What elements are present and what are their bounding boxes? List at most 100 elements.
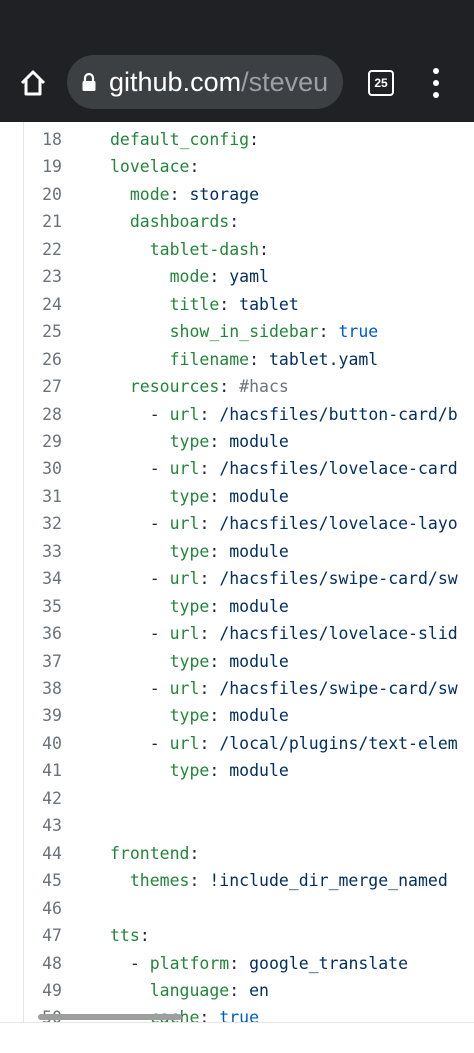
line-number[interactable]: 47	[28, 922, 62, 949]
code-token: type	[169, 541, 210, 561]
code-line: 26 filename: tablet.yaml	[0, 346, 474, 373]
line-number[interactable]: 36	[28, 620, 62, 647]
code-token: -	[149, 569, 170, 589]
line-number[interactable]: 18	[28, 126, 62, 153]
code-content: themes: !include_dir_merge_named	[110, 867, 448, 894]
code-token: lovelace	[110, 157, 190, 177]
code-line: 29 type: module	[0, 428, 474, 455]
code-token: -	[149, 404, 170, 424]
code-token: resources	[129, 377, 220, 397]
line-number[interactable]: 46	[28, 895, 62, 922]
code-token: /hacsfiles/lovelace-layo	[219, 514, 458, 534]
code-content: type: module	[110, 483, 289, 510]
code-line: 48 - platform: google_translate	[0, 950, 474, 977]
code-line: 34 - url: /hacsfiles/swipe-card/sw	[0, 565, 474, 592]
code-token: :	[199, 733, 220, 753]
code-line: 47 tts:	[0, 922, 474, 949]
code-token: module	[229, 431, 289, 451]
code-token: :	[259, 239, 269, 259]
code-token: module	[229, 486, 289, 506]
code-line: 38 - url: /hacsfiles/swipe-card/sw	[0, 675, 474, 702]
code-line: 37 type: module	[0, 648, 474, 675]
code-token: :	[169, 184, 190, 204]
code-token: :	[199, 1008, 220, 1022]
code-token: platform	[149, 953, 230, 973]
code-token: url	[169, 569, 200, 589]
code-token: -	[149, 733, 170, 753]
code-line: 18 default_config:	[0, 126, 474, 153]
code-token: tablet-dash	[149, 239, 260, 259]
code-content: show_in_sidebar: true	[110, 318, 379, 345]
code-line: 44 frontend:	[0, 840, 474, 867]
code-token: url	[169, 679, 200, 698]
code-content: type: module	[110, 648, 289, 675]
line-number[interactable]: 40	[28, 730, 62, 757]
code-token: :	[209, 267, 230, 287]
code-line: 22 tablet-dash:	[0, 236, 474, 263]
line-number[interactable]: 45	[28, 867, 62, 894]
line-number[interactable]: 49	[28, 977, 62, 1004]
code-line: 23 mode: yaml	[0, 263, 474, 290]
line-number[interactable]: 23	[28, 263, 62, 290]
line-number[interactable]: 20	[28, 181, 62, 208]
line-number[interactable]: 24	[28, 291, 62, 318]
home-button[interactable]	[14, 64, 52, 102]
code-token: #hacs	[239, 377, 289, 397]
line-number[interactable]: 27	[28, 373, 62, 400]
code-line: 40 - url: /local/plugins/text-elem	[0, 730, 474, 757]
code-content: title: tablet	[110, 291, 299, 318]
code-viewer[interactable]: 18 default_config: 19 lovelace: 20 mode: sto…	[0, 122, 474, 1022]
code-line: 20 mode: storage	[0, 181, 474, 208]
line-number[interactable]: 25	[28, 318, 62, 345]
tab-count: 25	[374, 76, 388, 90]
line-number[interactable]: 31	[28, 483, 62, 510]
line-number[interactable]: 44	[28, 840, 62, 867]
line-number[interactable]: 42	[28, 785, 62, 812]
code-content: - url: /hacsfiles/lovelace-layo	[110, 510, 458, 537]
code-token: module	[229, 706, 289, 726]
line-number[interactable]: 35	[28, 593, 62, 620]
code-token: /local/plugins/text-elem	[219, 733, 458, 753]
line-number[interactable]: 48	[28, 950, 62, 977]
line-number[interactable]: 28	[28, 401, 62, 428]
code-line: 46	[0, 895, 474, 922]
tab-switcher-button[interactable]: 25	[366, 68, 396, 98]
code-token: :	[189, 157, 200, 177]
address-bar[interactable]: github.com/steveu	[67, 55, 343, 109]
line-number[interactable]: 43	[28, 812, 62, 839]
line-number[interactable]: 26	[28, 346, 62, 373]
code-token: :	[219, 377, 240, 397]
line-number[interactable]: 29	[28, 428, 62, 455]
code-token: :	[209, 541, 230, 561]
line-number[interactable]: 39	[28, 702, 62, 729]
code-token: -	[149, 624, 170, 644]
line-number[interactable]: 32	[28, 510, 62, 537]
code-content: frontend:	[110, 840, 199, 867]
line-number[interactable]: 38	[28, 675, 62, 702]
horizontal-scrollbar[interactable]	[38, 1014, 182, 1020]
code-token: en	[249, 980, 269, 1000]
more-options-button[interactable]	[424, 66, 448, 100]
line-number[interactable]: 33	[28, 538, 62, 565]
code-line: 21 dashboards:	[0, 208, 474, 235]
line-number[interactable]: 30	[28, 455, 62, 482]
code-token: type	[169, 706, 210, 726]
code-token: -	[149, 514, 170, 534]
line-number[interactable]: 21	[28, 208, 62, 235]
code-token: type	[169, 761, 210, 781]
code-token: url	[169, 459, 200, 479]
line-number[interactable]: 22	[28, 236, 62, 263]
code-token: :	[189, 871, 210, 891]
code-token: /hacsfiles/swipe-card/sw	[219, 679, 458, 698]
line-number[interactable]: 37	[28, 648, 62, 675]
code-token: :	[249, 349, 269, 369]
line-number[interactable]: 41	[28, 757, 62, 784]
line-number[interactable]: 34	[28, 565, 62, 592]
code-content: mode: storage	[110, 181, 259, 208]
code-content: tts:	[110, 922, 150, 949]
lock-icon	[82, 72, 96, 91]
code-token: mode	[169, 267, 210, 287]
line-number[interactable]: 19	[28, 153, 62, 180]
code-content: - url: /hacsfiles/button-card/b	[110, 401, 458, 428]
code-token: -	[149, 459, 170, 479]
